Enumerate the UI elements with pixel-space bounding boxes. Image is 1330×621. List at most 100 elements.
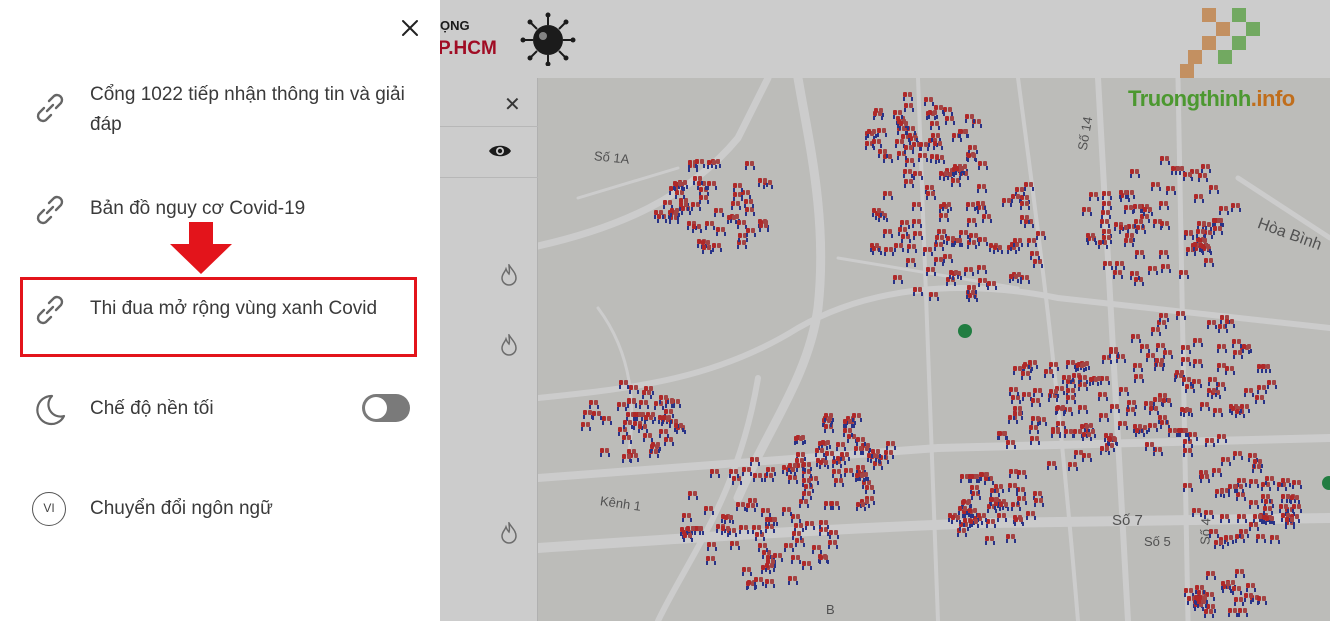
case-marker[interactable]: [644, 415, 654, 425]
case-marker[interactable]: [1049, 389, 1059, 399]
case-marker[interactable]: [1176, 311, 1186, 321]
case-marker[interactable]: [828, 540, 838, 550]
case-marker[interactable]: [1006, 534, 1016, 544]
case-marker[interactable]: [855, 473, 865, 483]
case-marker[interactable]: [1013, 238, 1023, 248]
case-marker[interactable]: [673, 181, 683, 191]
case-marker[interactable]: [702, 245, 712, 255]
case-marker[interactable]: [1204, 258, 1214, 268]
case-marker[interactable]: [1031, 398, 1041, 408]
case-marker[interactable]: [1217, 434, 1227, 444]
panel-close-icon[interactable]: ✕: [504, 92, 521, 117]
case-marker[interactable]: [791, 555, 801, 565]
case-marker[interactable]: [994, 484, 1004, 494]
case-marker[interactable]: [1118, 421, 1128, 431]
case-marker[interactable]: [1158, 415, 1168, 425]
case-marker[interactable]: [782, 507, 792, 517]
case-marker[interactable]: [1193, 338, 1203, 348]
case-marker[interactable]: [967, 153, 977, 163]
case-marker[interactable]: [836, 442, 846, 452]
case-marker[interactable]: [1183, 483, 1193, 493]
case-marker[interactable]: [1255, 395, 1265, 405]
case-marker[interactable]: [1009, 274, 1019, 284]
case-marker[interactable]: [1134, 219, 1144, 229]
covid-risk-map[interactable]: Số 1A Số 14 Hòa Bình Kênh 1 Số 7 Số 5 Số…: [538, 78, 1330, 621]
case-marker[interactable]: [1031, 416, 1041, 426]
case-marker[interactable]: [693, 176, 703, 186]
case-marker[interactable]: [1134, 374, 1144, 384]
case-marker[interactable]: [1285, 517, 1295, 527]
case-marker[interactable]: [883, 191, 893, 201]
case-marker[interactable]: [1149, 406, 1159, 416]
case-marker[interactable]: [619, 380, 629, 390]
case-marker[interactable]: [1044, 369, 1054, 379]
case-marker[interactable]: [907, 244, 917, 254]
case-marker[interactable]: [1100, 219, 1110, 229]
case-marker[interactable]: [1119, 190, 1129, 200]
case-marker[interactable]: [1183, 172, 1193, 182]
case-marker[interactable]: [699, 195, 709, 205]
case-marker[interactable]: [1098, 392, 1108, 402]
case-marker[interactable]: [1292, 504, 1302, 514]
case-marker[interactable]: [1062, 375, 1072, 385]
case-marker[interactable]: [872, 208, 882, 218]
case-marker[interactable]: [1192, 508, 1202, 518]
case-marker[interactable]: [1127, 400, 1137, 410]
case-marker[interactable]: [1021, 371, 1031, 381]
case-marker[interactable]: [1228, 484, 1238, 494]
case-marker[interactable]: [1148, 266, 1158, 276]
case-marker[interactable]: [1109, 349, 1119, 359]
case-marker[interactable]: [1168, 428, 1178, 438]
case-marker[interactable]: [739, 525, 749, 535]
case-marker[interactable]: [870, 243, 880, 253]
case-marker[interactable]: [802, 491, 812, 501]
case-marker[interactable]: [912, 219, 922, 229]
case-marker[interactable]: [1055, 406, 1065, 416]
case-marker[interactable]: [1028, 360, 1038, 370]
case-marker[interactable]: [1020, 201, 1030, 211]
case-marker[interactable]: [965, 114, 975, 124]
case-marker[interactable]: [1261, 364, 1271, 374]
case-marker[interactable]: [1234, 597, 1244, 607]
case-marker[interactable]: [674, 423, 684, 433]
case-marker[interactable]: [912, 202, 922, 212]
case-marker[interactable]: [1051, 429, 1061, 439]
case-marker[interactable]: [750, 457, 760, 467]
case-marker[interactable]: [967, 218, 977, 228]
case-marker[interactable]: [1220, 514, 1230, 524]
case-marker[interactable]: [1198, 173, 1208, 183]
case-marker[interactable]: [1181, 357, 1191, 367]
case-marker[interactable]: [792, 531, 802, 541]
case-marker[interactable]: [784, 543, 794, 553]
case-marker[interactable]: [819, 555, 829, 565]
case-marker[interactable]: [883, 229, 893, 239]
case-marker[interactable]: [716, 227, 726, 237]
case-marker[interactable]: [939, 213, 949, 223]
case-marker[interactable]: [1195, 585, 1205, 595]
case-marker[interactable]: [903, 92, 913, 102]
case-marker[interactable]: [928, 110, 938, 120]
case-marker[interactable]: [1033, 388, 1043, 398]
case-marker[interactable]: [1188, 432, 1198, 442]
case-marker[interactable]: [1027, 238, 1037, 248]
case-marker[interactable]: [1100, 446, 1110, 456]
case-marker[interactable]: [1184, 230, 1194, 240]
case-marker[interactable]: [1192, 379, 1202, 389]
case-marker[interactable]: [1102, 235, 1112, 245]
case-marker[interactable]: [1239, 529, 1249, 539]
case-marker[interactable]: [1232, 339, 1242, 349]
case-marker[interactable]: [1279, 504, 1289, 514]
case-marker[interactable]: [913, 231, 923, 241]
case-marker[interactable]: [627, 399, 637, 409]
case-marker[interactable]: [1131, 334, 1141, 344]
case-marker[interactable]: [844, 468, 854, 478]
case-marker[interactable]: [721, 526, 731, 536]
case-marker[interactable]: [1159, 201, 1169, 211]
menu-item-1022-portal[interactable]: Cổng 1022 tiếp nhận thông tin và giải đá…: [30, 80, 420, 144]
case-marker[interactable]: [1159, 313, 1169, 323]
case-marker[interactable]: [1020, 215, 1030, 225]
case-marker[interactable]: [746, 503, 756, 513]
case-marker[interactable]: [1030, 436, 1040, 446]
case-marker[interactable]: [1160, 156, 1170, 166]
case-marker[interactable]: [943, 254, 953, 264]
